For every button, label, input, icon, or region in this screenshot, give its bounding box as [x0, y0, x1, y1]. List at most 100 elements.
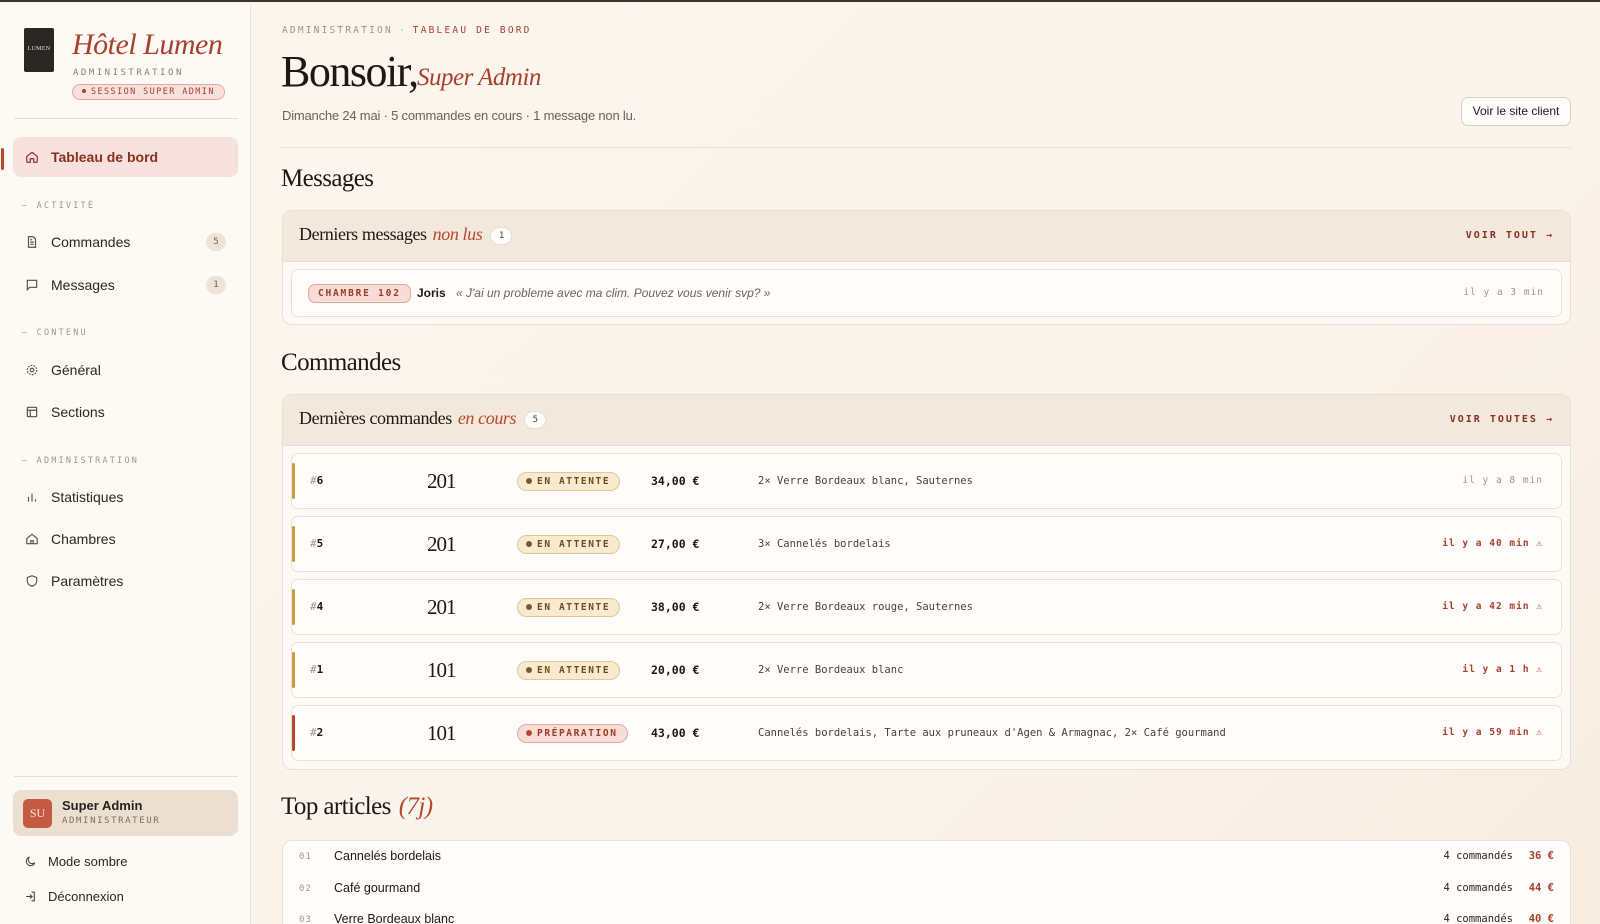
order-items: Cannelés bordelais, Tarte aux pruneaux d…	[758, 727, 1226, 739]
order-room: 101	[427, 721, 456, 745]
status-dot-icon	[526, 730, 532, 736]
breadcrumb-item[interactable]: ADMINISTRATION	[282, 25, 393, 36]
panel-title-accent: non lus	[432, 224, 483, 244]
order-id-value: 5	[316, 537, 324, 550]
top-articles-title: Top articles	[281, 793, 391, 820]
status-badge: PRÉPARATION	[517, 724, 628, 743]
status-badge: EN ATTENTE	[517, 472, 621, 491]
status-dot-icon	[526, 667, 532, 673]
sidebar-item-label: Général	[51, 362, 101, 378]
user-card[interactable]: SU Super Admin ADMINISTRATEUR	[13, 790, 238, 836]
divider	[14, 776, 238, 777]
sidebar-item-general[interactable]: Général	[13, 350, 238, 390]
section-label-contenu: — CONTENU	[22, 328, 88, 338]
status-badge: EN ATTENTE	[517, 535, 621, 554]
article-name: Café gourmand	[334, 881, 421, 895]
hotel-logo[interactable]: LUMEN	[24, 28, 54, 72]
messages-panel: Derniers messages non lus 1 VOIR TOUT → CH…	[282, 210, 1571, 325]
message-row[interactable]: CHAMBRE 102 Joris « J'ai un probleme ave…	[291, 269, 1562, 317]
order-status-bar	[292, 463, 295, 499]
count-badge: 1	[490, 227, 513, 245]
orders-panel: Dernières commandes en cours 5 VOIR TOUTES…	[282, 394, 1571, 770]
order-price: 27,00 €	[651, 537, 700, 551]
status-dot-icon	[526, 541, 532, 547]
layout-icon	[25, 405, 39, 419]
order-row[interactable]: #1 101 EN ATTENTE 20,00 € 2× Verre Borde…	[291, 642, 1562, 698]
home-icon	[25, 150, 39, 164]
article-amount: 36 €	[1528, 850, 1554, 862]
article-quantity: 4 commandés	[1443, 850, 1513, 862]
list-item[interactable]: 01 Cannelés bordelais 4 commandés 36 €	[283, 841, 1570, 873]
order-row[interactable]: #2 101 PRÉPARATION 43,00 € Cannelés bord…	[291, 705, 1562, 761]
bar-chart-icon	[25, 490, 39, 504]
breadcrumb-separator: ·	[398, 25, 407, 36]
sidebar-item-label: Paramètres	[51, 573, 124, 589]
sidebar-item-dashboard[interactable]: Tableau de bord	[13, 137, 238, 177]
order-time-warning: il y a 40 min ⚠	[1442, 538, 1543, 549]
status-dot-icon	[526, 604, 532, 610]
message-text: « J'ai un probleme avec ma clim. Pouvez …	[456, 286, 771, 300]
message-sender: Joris	[417, 286, 446, 300]
count-badge: 5	[206, 233, 226, 251]
list-item[interactable]: 03 Verre Bordeaux blanc 4 commandés 40 €	[283, 904, 1570, 924]
hash-symbol: #	[310, 600, 317, 613]
order-id: #2	[310, 726, 323, 739]
section-label-activite: — ACTIVITÉ	[22, 201, 96, 211]
status-dot-icon	[82, 89, 86, 93]
order-id-value: 2	[316, 726, 324, 739]
orders-heading: Commandes	[281, 349, 401, 376]
view-client-site-button[interactable]: Voir le site client	[1461, 97, 1571, 126]
status-label: EN ATTENTE	[537, 539, 611, 550]
order-time: il y a 8 min	[1462, 475, 1543, 486]
sidebar-item-parametres[interactable]: Paramètres	[13, 561, 238, 601]
sidebar-item-messages[interactable]: Messages 1	[13, 265, 238, 305]
room-tag: CHAMBRE 102	[308, 284, 411, 303]
order-room: 101	[427, 658, 456, 682]
status-dot-icon	[526, 478, 532, 484]
view-all-messages-link[interactable]: VOIR TOUT →	[1466, 230, 1554, 241]
sidebar-item-commandes[interactable]: Commandes 5	[13, 222, 238, 262]
hash-symbol: #	[310, 663, 317, 676]
order-status-bar	[292, 652, 295, 688]
order-room: 201	[427, 469, 456, 493]
order-id: #6	[310, 474, 323, 487]
avatar: SU	[23, 799, 52, 828]
hash-symbol: #	[310, 474, 317, 487]
article-rank: 03	[299, 915, 312, 924]
order-row[interactable]: #5 201 EN ATTENTE 27,00 € 3× Cannelés bo…	[291, 516, 1562, 572]
sidebar-item-chambres[interactable]: Chambres	[13, 519, 238, 559]
list-item[interactable]: 02 Café gourmand 4 commandés 44 €	[283, 873, 1570, 905]
sidebar-item-sections[interactable]: Sections	[13, 392, 238, 432]
order-row[interactable]: #4 201 EN ATTENTE 38,00 € 2× Verre Borde…	[291, 579, 1562, 635]
panel-title-text: Dernières commandes	[299, 408, 452, 428]
count-badge: 5	[524, 411, 547, 429]
active-indicator	[1, 148, 4, 170]
summary-line: Dimanche 24 mai · 5 commandes en cours ·…	[282, 108, 637, 123]
document-icon	[25, 235, 39, 249]
section-label-administration: — ADMINISTRATION	[22, 456, 140, 466]
user-role: ADMINISTRATEUR	[62, 816, 161, 826]
top-articles-period: (7j)	[398, 793, 433, 820]
order-id: #5	[310, 537, 323, 550]
status-label: EN ATTENTE	[537, 602, 611, 613]
order-price: 34,00 €	[651, 474, 700, 488]
dark-mode-toggle[interactable]: Mode sombre	[24, 854, 127, 869]
article-quantity: 4 commandés	[1443, 913, 1513, 924]
sidebar-item-label: Statistiques	[51, 489, 124, 505]
article-quantity: 4 commandés	[1443, 882, 1513, 894]
logout-button[interactable]: Déconnexion	[24, 889, 124, 904]
view-all-orders-link[interactable]: VOIR TOUTES →	[1450, 414, 1554, 425]
sidebar-item-statistiques[interactable]: Statistiques	[13, 477, 238, 517]
status-label: EN ATTENTE	[537, 476, 611, 487]
order-status-bar	[292, 526, 295, 562]
main-content: ADMINISTRATION · TABLEAU DE BORD Bonsoir, …	[251, 4, 1600, 924]
top-articles-panel: 01 Cannelés bordelais 4 commandés 36 € 0…	[282, 840, 1571, 924]
order-price: 38,00 €	[651, 600, 700, 614]
order-items: 3× Cannelés bordelais	[758, 538, 891, 550]
status-badge: EN ATTENTE	[517, 598, 621, 617]
orders-panel-title: Dernières commandes en cours 5	[299, 408, 547, 429]
order-row[interactable]: #6 201 EN ATTENTE 34,00 € 2× Verre Borde…	[291, 453, 1562, 509]
article-rank: 01	[299, 852, 312, 862]
status-label: PRÉPARATION	[537, 728, 618, 739]
logout-label: Déconnexion	[48, 889, 124, 904]
